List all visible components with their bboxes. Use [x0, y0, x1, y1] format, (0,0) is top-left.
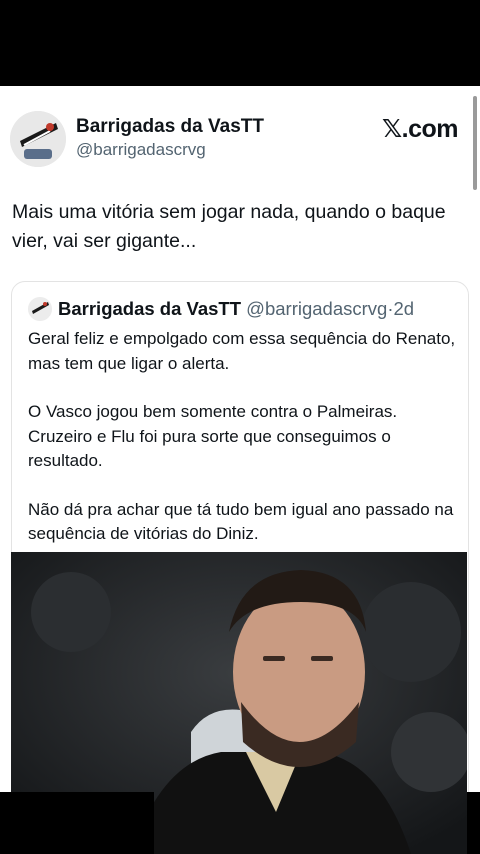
- tweet-text: Mais uma vitória sem jogar nada, quando …: [12, 201, 446, 252]
- scrollbar[interactable]: [473, 96, 477, 190]
- quoted-author-avatar: [28, 297, 52, 321]
- quoted-text: Geral feliz e empolgado com essa sequênc…: [28, 327, 458, 571]
- author-handle[interactable]: @barrigadascrvg: [76, 140, 206, 160]
- bottom-black-edge: [467, 792, 480, 854]
- x-logo-icon: 𝕏.com: [382, 115, 459, 143]
- bottom-black-bar: [0, 792, 154, 854]
- quoted-author-name[interactable]: Barrigadas da VasTT: [58, 298, 241, 319]
- quoted-age: 2d: [393, 298, 415, 319]
- vasco-crest-icon: [28, 297, 52, 321]
- vasco-crest-icon: [10, 111, 66, 167]
- top-black-bar: [0, 0, 480, 86]
- quoted-author-handle[interactable]: @barrigadascrvg: [246, 298, 387, 319]
- author-avatar[interactable]: [10, 111, 66, 167]
- quoted-paragraph: Não dá pra achar que tá tudo bem igual a…: [28, 499, 454, 544]
- quoted-header: Barrigadas da VasTT @barrigadascrvg·2d: [58, 298, 414, 320]
- author-name[interactable]: Barrigadas da VasTT: [76, 116, 264, 138]
- quoted-paragraph: Geral feliz e empolgado com essa sequênc…: [28, 329, 456, 373]
- quoted-paragraph: O Vasco jogou bem somente contra o Palme…: [28, 402, 398, 470]
